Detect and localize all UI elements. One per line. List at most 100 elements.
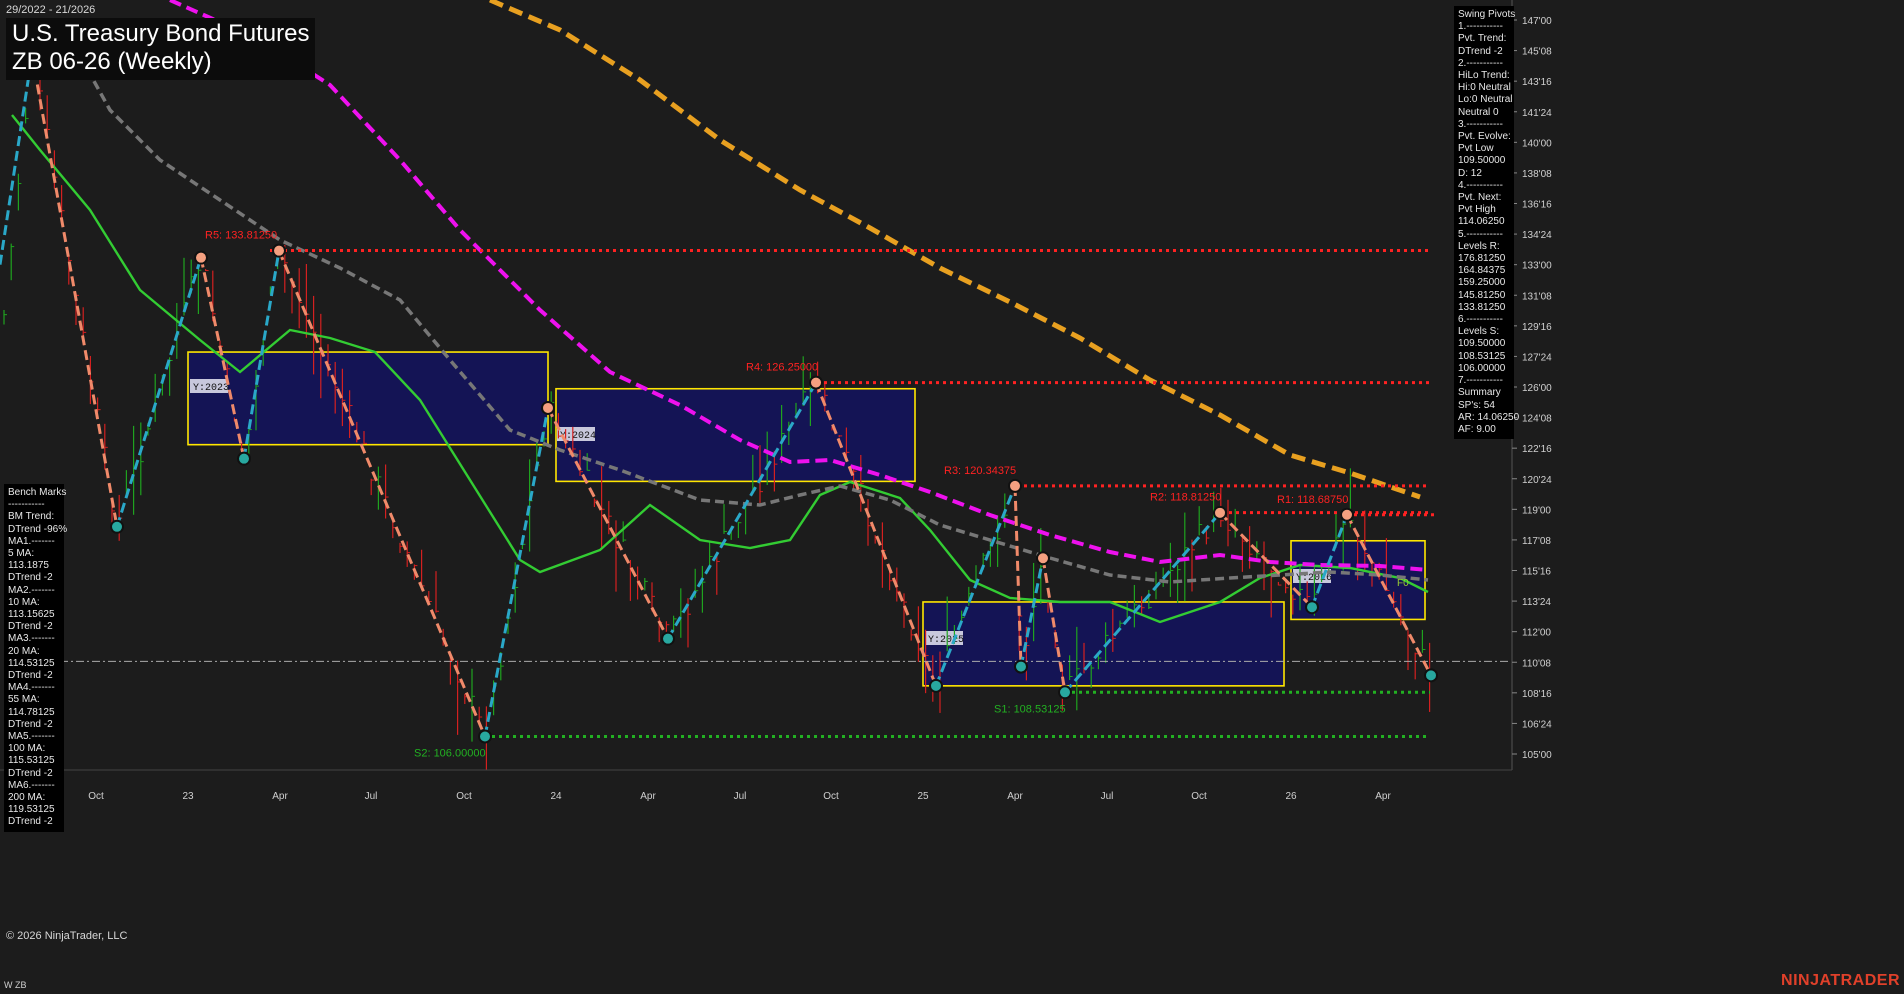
swing-panel-line: Swing Pivots bbox=[1458, 9, 1516, 20]
y-tick-label: 134'24 bbox=[1522, 230, 1552, 241]
year-box bbox=[922, 601, 1285, 687]
swing-panel-line: Hi:0 Neutral bbox=[1458, 82, 1511, 94]
swing-panel-line: Summary bbox=[1458, 387, 1501, 399]
swing-panel-line: 109.50000 bbox=[1458, 338, 1506, 350]
bench-panel-line: 20 MA: bbox=[8, 645, 40, 657]
y-tick-label: 106'24 bbox=[1522, 719, 1552, 730]
bench-panel-line: 113.15625 bbox=[8, 609, 55, 621]
brand-logo: NINJATRADER bbox=[1781, 972, 1900, 989]
swing-panel-line: AR: 14.06250 bbox=[1458, 411, 1520, 423]
y-tick-label: 120'24 bbox=[1522, 475, 1552, 486]
swing-pivot-dot bbox=[1424, 668, 1438, 683]
bench-panel-line: 100 MA: bbox=[8, 743, 46, 755]
swing-pivot-dot bbox=[478, 729, 492, 744]
swing-panel-line: Levels R: bbox=[1458, 240, 1500, 252]
bench-panel-line: DTrend -2 bbox=[8, 767, 53, 779]
swing-pivot-dot bbox=[110, 519, 124, 534]
x-tick-label: Jul bbox=[734, 791, 747, 802]
swing-panel-line: 133.81250 bbox=[1458, 301, 1506, 313]
bench-panel-line: BM Trend: bbox=[8, 511, 55, 523]
year-box bbox=[187, 351, 549, 446]
bench-panel-line: DTrend -96% bbox=[8, 523, 68, 535]
bench-panel-line: 5 MA: bbox=[8, 548, 35, 560]
y-tick-label: 124'08 bbox=[1522, 414, 1552, 425]
swing-panel-line: Pvt. Evolve: bbox=[1458, 131, 1511, 143]
swing-pivot-dot bbox=[237, 451, 251, 466]
swing-panel-line: 109.50000 bbox=[1458, 155, 1506, 167]
x-tick-label: 25 bbox=[917, 791, 929, 802]
bench-panel-line: 10 MA: bbox=[8, 596, 40, 608]
swing-panel-line: 4.----------- bbox=[1458, 179, 1503, 191]
y-tick-label: 122'16 bbox=[1522, 444, 1552, 455]
x-tick-label: Oct bbox=[823, 791, 839, 802]
y-tick-label: 143'16 bbox=[1522, 77, 1552, 88]
x-tick-label: Jul bbox=[365, 791, 378, 802]
y-tick-label: 108'16 bbox=[1522, 689, 1552, 700]
bench-panel-line: DTrend -2 bbox=[8, 572, 53, 584]
swing-panel-line: D: 12 bbox=[1458, 167, 1482, 179]
price-chart[interactable]: Y:2023Y:2024Y:2025Y:2026 R5: 133.81250R4… bbox=[0, 0, 1904, 994]
pivot-level-label: R1: 118.68750 bbox=[1277, 494, 1348, 506]
swing-panel-line: SP's: 54 bbox=[1458, 399, 1495, 411]
bench-panel-line: 200 MA: bbox=[8, 792, 46, 804]
y-tick-label: 126'00 bbox=[1522, 383, 1552, 394]
pivot-level-label: R5: 133.81250 bbox=[205, 229, 277, 241]
swing-pivot-dot bbox=[1340, 507, 1354, 522]
swing-panel-line: AF: 9.00 bbox=[1458, 423, 1496, 435]
swing-panel-line: 106.00000 bbox=[1458, 362, 1506, 374]
y-tick-label: 127'24 bbox=[1522, 352, 1552, 363]
swing-panel-line: 5.----------- bbox=[1458, 228, 1503, 240]
y-tick-label: 138'08 bbox=[1522, 169, 1552, 180]
y-tick-label: 129'16 bbox=[1522, 322, 1552, 333]
y-tick-label: 112'00 bbox=[1522, 628, 1551, 639]
bench-panel-line: ----------- bbox=[8, 499, 45, 511]
chart-title-box: U.S. Treasury Bond Futures ZB 06-26 (Wee… bbox=[6, 18, 316, 80]
swing-pivot-dot bbox=[1036, 551, 1050, 566]
copyright: © 2026 NinjaTrader, LLC bbox=[6, 930, 128, 942]
swing-pivot-dot bbox=[929, 678, 943, 693]
year-box-label: Y:2023 bbox=[193, 383, 229, 394]
swing-panel-line: 159.25000 bbox=[1458, 277, 1506, 289]
instrument-label: W ZB bbox=[4, 980, 27, 990]
swing-panel-line: 3.----------- bbox=[1458, 118, 1503, 130]
swing-pivot-dot bbox=[1008, 478, 1022, 493]
y-tick-label: 119'00 bbox=[1522, 505, 1551, 516]
swing-panel-line: Neutral 0 bbox=[1458, 106, 1499, 118]
x-tick-label: Apr bbox=[1375, 791, 1391, 802]
y-tick-label: 113'24 bbox=[1522, 597, 1551, 608]
bench-panel-line: MA3.------- bbox=[8, 633, 55, 645]
pivot-level-label: S1: 108.53125 bbox=[994, 703, 1066, 715]
bench-panel-line: 119.53125 bbox=[8, 804, 55, 816]
swing-panel-line: Levels S: bbox=[1458, 326, 1500, 338]
x-tick-label: Apr bbox=[1007, 791, 1023, 802]
swing-pivots-panel: Swing Pivots 1.----------- Pvt. Trend: DTre… bbox=[1454, 6, 1520, 440]
swing-panel-line: 108.53125 bbox=[1458, 350, 1506, 362]
swing-panel-line: 164.84375 bbox=[1458, 265, 1506, 277]
pivot-level-label: R4: 126.25000 bbox=[746, 362, 818, 374]
x-tick-label: 26 bbox=[1285, 791, 1297, 802]
bench-panel-line: MA5.------- bbox=[8, 731, 55, 743]
swing-pivot-dot bbox=[541, 400, 555, 415]
bench-panel-line: DTrend -2 bbox=[8, 718, 53, 730]
swing-panel-line: 1.----------- bbox=[1458, 21, 1503, 33]
swing-panel-line: DTrend -2 bbox=[1458, 45, 1503, 57]
pivot-level-label: S2: 106.00000 bbox=[414, 748, 486, 760]
f-label: F0 bbox=[1397, 578, 1409, 589]
swing-pivot-dot bbox=[1058, 685, 1072, 700]
y-tick-label: 110'08 bbox=[1522, 658, 1551, 669]
bench-panel-line: DTrend -2 bbox=[8, 816, 53, 828]
x-tick-label: 23 bbox=[182, 791, 194, 802]
y-tick-label: 105'00 bbox=[1522, 750, 1552, 761]
x-tick-label: Oct bbox=[456, 791, 472, 802]
x-tick-label: Apr bbox=[640, 791, 656, 802]
bench-panel-line: DTrend -2 bbox=[8, 621, 53, 633]
swing-panel-line: 7.----------- bbox=[1458, 375, 1503, 387]
y-tick-label: 147'00 bbox=[1522, 16, 1552, 27]
chart-background bbox=[0, 0, 1904, 994]
swing-pivot-dot bbox=[809, 375, 823, 390]
bench-panel-line: MA1.------- bbox=[8, 535, 55, 547]
pivot-level-label: R3: 120.34375 bbox=[944, 465, 1016, 477]
y-tick-label: 115'16 bbox=[1522, 567, 1551, 578]
swing-panel-line: Pvt. Trend: bbox=[1458, 33, 1507, 45]
y-tick-label: 133'00 bbox=[1522, 261, 1552, 272]
